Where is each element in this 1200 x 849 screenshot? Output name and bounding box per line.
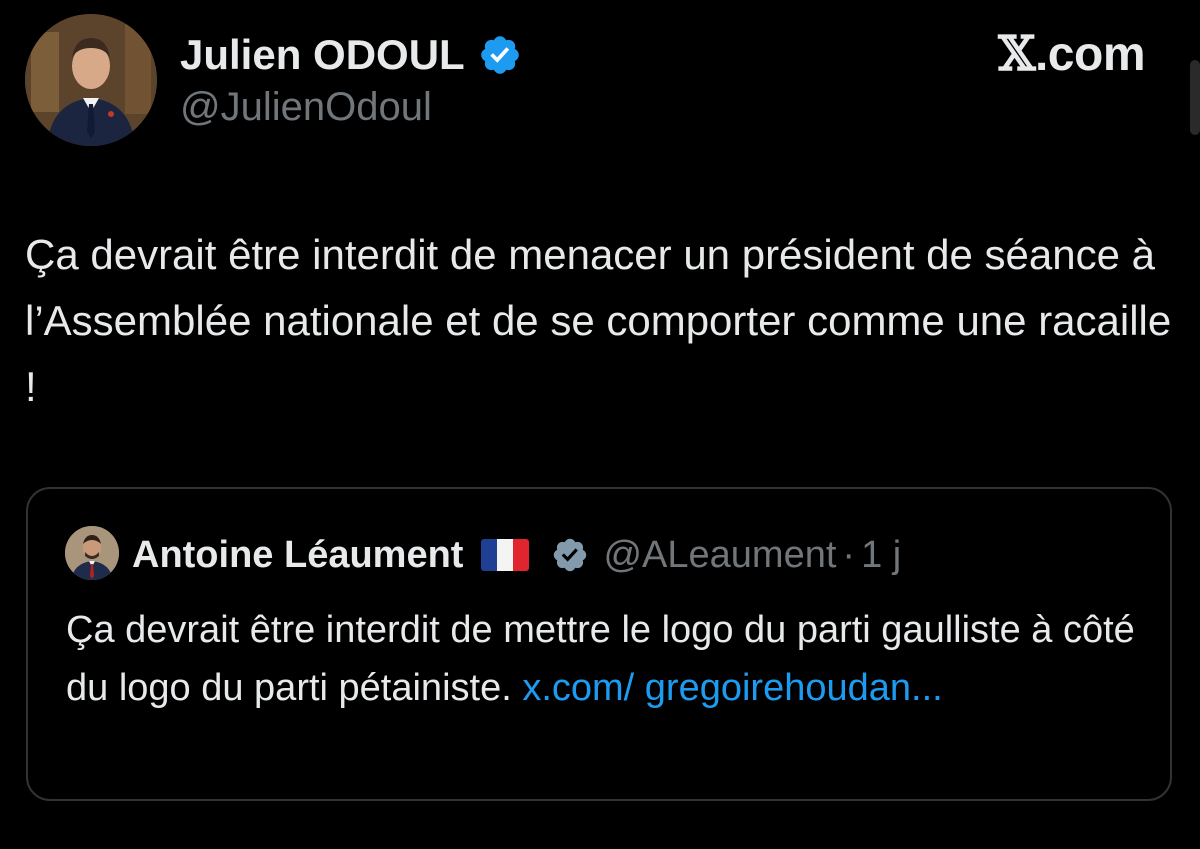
quoted-tweet-time[interactable]: 1 j: [861, 536, 901, 574]
author-name[interactable]: Julien ODOUL: [180, 34, 465, 76]
quoted-author-handle[interactable]: @ALeaument: [603, 536, 836, 574]
scrollbar[interactable]: [1190, 60, 1200, 135]
quoted-tweet-header: Antoine Léaument @ALeaument · 1 j: [132, 533, 901, 577]
france-flag-icon: [481, 539, 530, 571]
quoted-author-name[interactable]: Antoine Léaument: [132, 536, 463, 574]
quoted-tweet-link[interactable]: x.com/ gregoirehoudan...: [522, 667, 942, 709]
site-domain: .com: [1034, 28, 1146, 81]
x-logo-icon: 𝕏: [998, 26, 1035, 82]
tweet-header: Julien ODOUL @JulienOdoul 𝕏.com: [25, 14, 1175, 146]
quoted-tweet-text: Ça devrait être interdit de mettre le lo…: [66, 601, 1146, 717]
avatar[interactable]: [25, 14, 157, 146]
quoted-avatar[interactable]: [65, 526, 119, 580]
verified-badge-icon: [481, 36, 519, 74]
tweet-text: Ça devrait être interdit de menacer un p…: [25, 231, 1172, 410]
verified-badge-icon: [554, 538, 587, 572]
quoted-tweet-card[interactable]: Antoine Léaument @ALeaument · 1 j Ça dev…: [26, 487, 1172, 801]
author-handle[interactable]: @JulienOdoul: [180, 87, 432, 127]
separator-dot: ·: [842, 534, 856, 576]
x-com-label: 𝕏.com: [998, 30, 1145, 79]
